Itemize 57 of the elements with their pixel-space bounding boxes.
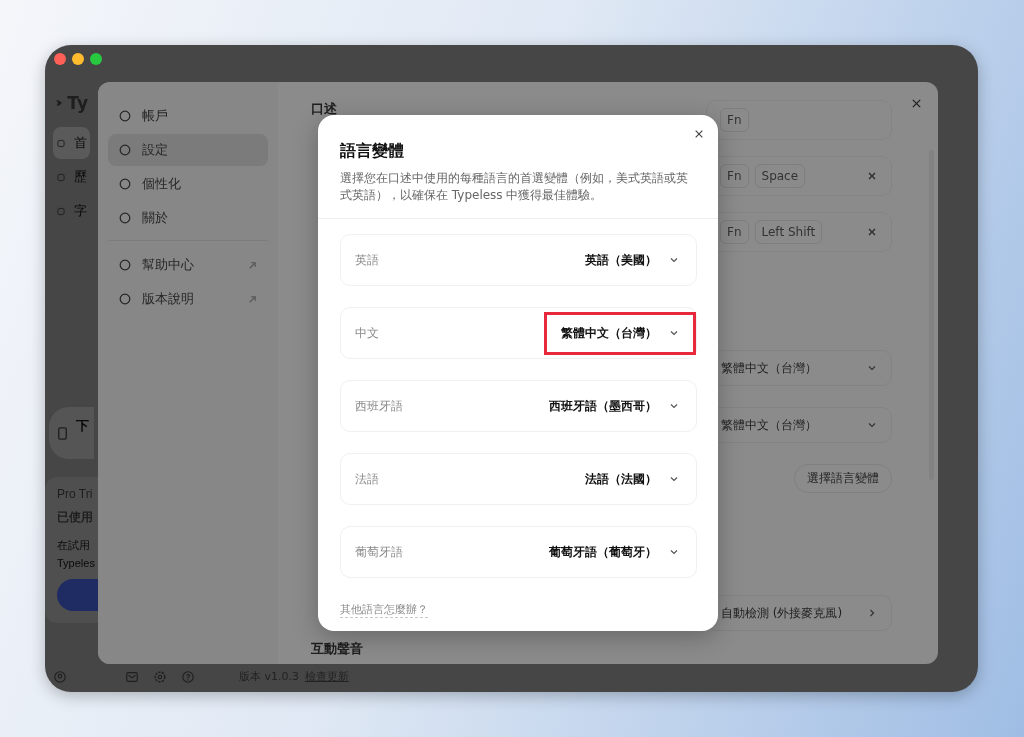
settings-nav-item[interactable]: 版本說明 <box>108 283 268 315</box>
key-chip: Space <box>754 164 806 188</box>
key-chip: Fn <box>720 220 749 244</box>
chevron-down-icon <box>669 328 679 338</box>
user-icon[interactable] <box>53 669 67 684</box>
variant-dropdown[interactable]: 英語（美國） <box>568 238 696 282</box>
dialog-title: 語言變體 <box>340 141 405 162</box>
language-name: 葡萄牙語 <box>355 543 403 561</box>
language-name: 法語 <box>355 470 379 488</box>
chevron-down-icon <box>669 474 679 484</box>
variant-dropdown[interactable]: 西班牙語（墨西哥） <box>532 384 696 428</box>
choose-variant-button[interactable]: 選擇語言變體 <box>794 464 892 493</box>
trial-text: Typeles <box>57 557 96 569</box>
variant-dropdown[interactable]: 法語（法國） <box>568 457 696 501</box>
chevron-down-icon <box>867 363 877 373</box>
chevron-down-icon <box>867 420 877 430</box>
maximize-window-icon[interactable] <box>90 53 102 65</box>
mail-icon[interactable] <box>125 669 139 684</box>
nav-icon <box>118 143 132 157</box>
download-title: 下 <box>76 417 89 435</box>
key-chip: Fn <box>720 164 749 188</box>
settings-nav-item[interactable]: 設定 <box>108 134 268 166</box>
download-card[interactable]: 下 <box>49 407 94 459</box>
close-window-icon[interactable] <box>54 53 66 65</box>
chevron-down-icon <box>669 547 679 557</box>
chevron-down-icon <box>669 401 679 411</box>
sidebar-item[interactable]: 首 <box>53 127 90 159</box>
phone-icon <box>55 425 70 441</box>
key-chip: Fn <box>720 108 749 132</box>
chevron-down-icon <box>669 255 679 265</box>
settings-nav-item[interactable]: 帳戶 <box>108 100 268 132</box>
key-chip: Left Shift <box>754 220 823 244</box>
language-name: 中文 <box>355 324 379 342</box>
sound-label: 互動聲音 <box>311 640 364 658</box>
chevron-right-icon <box>867 608 877 618</box>
nav-icon <box>118 109 132 123</box>
dictation-label: 口述 <box>311 100 338 118</box>
settings-nav-item[interactable]: 個性化 <box>108 168 268 200</box>
nav-icon <box>118 258 132 272</box>
language-name: 西班牙語 <box>355 397 403 415</box>
variant-dropdown[interactable]: 繁體中文（台灣） <box>544 311 696 355</box>
language-name: 英語 <box>355 251 379 269</box>
settings-nav-item[interactable]: 幫助中心 <box>108 249 268 281</box>
close-icon[interactable] <box>911 98 922 109</box>
dialog-description: 選擇您在口述中使用的每種語言的首選變體（例如，美式英語或英式英語），以確保在 Typeless 中獲得最佳體驗。 <box>340 170 689 204</box>
help-icon[interactable] <box>181 669 195 684</box>
close-icon[interactable] <box>694 129 704 139</box>
nav-icon <box>118 177 132 191</box>
minimize-window-icon[interactable] <box>72 53 84 65</box>
settings-nav-item[interactable]: 關於 <box>108 202 268 234</box>
upgrade-button[interactable] <box>57 579 98 611</box>
variant-dropdown[interactable]: 葡萄牙語（葡萄牙） <box>532 530 696 574</box>
other-languages-link[interactable]: 其他語言怎麼辦？ <box>340 602 428 618</box>
nav-icon <box>118 211 132 225</box>
trial-text: 在試用 <box>57 538 91 553</box>
settings-icon[interactable] <box>153 669 167 684</box>
nav-icon <box>118 292 132 306</box>
